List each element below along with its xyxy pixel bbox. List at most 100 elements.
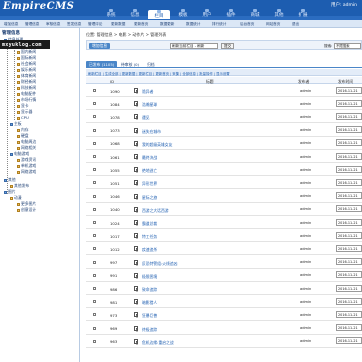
search-input[interactable]: 不限搜索 bbox=[334, 43, 361, 49]
table-row[interactable]: 1090 诡异者 admin 2016-11-21 bbox=[86, 85, 362, 97]
nav-tab-other[interactable]: 其他 bbox=[268, 9, 290, 18]
nav-tab-plugin[interactable]: 插件 bbox=[220, 9, 242, 18]
row-checkbox[interactable] bbox=[93, 168, 96, 172]
sidebar-item[interactable]: 创意设计 bbox=[17, 207, 36, 213]
nav-tab-system[interactable]: 系统 bbox=[100, 9, 122, 18]
tab-archive[interactable]: 归档 bbox=[144, 61, 158, 68]
row-checkbox[interactable] bbox=[93, 339, 96, 343]
row-checkbox[interactable] bbox=[93, 287, 96, 290]
row-checkbox[interactable] bbox=[93, 207, 96, 211]
row-checkbox[interactable] bbox=[93, 221, 96, 224]
row-title-link[interactable]: 最终决战 bbox=[142, 155, 157, 161]
table-row[interactable]: 991 极限困境 admin 2016-11-21 bbox=[86, 270, 362, 282]
row-title-link[interactable]: 遇见 bbox=[142, 115, 150, 121]
row-checkbox[interactable] bbox=[93, 115, 96, 119]
table-row[interactable]: 986 致命追踪 admin 2016-11-21 bbox=[86, 283, 362, 295]
nav-tab-column[interactable]: 栏目 bbox=[148, 10, 170, 19]
table-row[interactable]: 1017 特工任务 admin 2016-11-21 bbox=[86, 230, 362, 243]
row-date-field[interactable]: 2016-11-21 bbox=[336, 192, 362, 200]
table-row[interactable]: 1040 西游之大话西游 admin 2016-11-21 bbox=[86, 204, 362, 216]
table-row[interactable]: 1051 异形世界 admin 2016-11-21 bbox=[86, 177, 362, 190]
row-date-field[interactable]: 2016-11-21 bbox=[336, 324, 362, 332]
row-date-field[interactable]: 2016-11-21 bbox=[336, 112, 362, 120]
row-checkbox[interactable] bbox=[93, 313, 96, 317]
row-title-link[interactable]: 星际之旅 bbox=[142, 195, 157, 201]
nav-tab-shop[interactable]: 商城 bbox=[244, 9, 266, 18]
row-title-link[interactable]: 浩瀚星球 bbox=[142, 102, 157, 108]
row-title-link[interactable]: 致命追踪 bbox=[142, 287, 157, 293]
table-row[interactable]: 1024 霸道总裁 admin 2016-11-21 bbox=[86, 217, 362, 229]
table-row[interactable]: 1061 最终决战 admin 2016-11-21 bbox=[86, 151, 362, 163]
subnav-logout[interactable]: 退出 bbox=[292, 22, 299, 27]
nav-tab-info[interactable]: 信息 bbox=[124, 9, 146, 18]
row-title-link[interactable]: 终极追踪 bbox=[142, 327, 157, 333]
row-checkbox[interactable] bbox=[93, 141, 96, 145]
subnav-data-stats[interactable]: 数据统计 bbox=[186, 22, 200, 27]
row-checkbox[interactable] bbox=[93, 89, 96, 92]
row-date-field[interactable]: 2016-11-21 bbox=[336, 231, 362, 239]
table-row[interactable]: 1068 我的超级英雄女友 admin 2016-11-21 bbox=[86, 138, 362, 150]
table-row[interactable]: 963 危机边缘:重启之战 admin 2016-11-21 bbox=[86, 336, 362, 348]
row-date-field[interactable]: 2016-11-21 bbox=[336, 284, 362, 292]
row-date-field[interactable]: 2016-11-21 bbox=[336, 152, 362, 160]
sidebar-item[interactable]: 网络游戏 bbox=[17, 169, 36, 175]
row-date-field[interactable]: 2016-11-21 bbox=[336, 271, 362, 279]
row-checkbox[interactable] bbox=[93, 155, 96, 158]
row-date-field[interactable]: 2016-11-21 bbox=[336, 86, 362, 94]
add-info-button[interactable]: 增加信息 bbox=[89, 43, 111, 49]
row-title-link[interactable]: 极限困境 bbox=[142, 274, 157, 280]
row-checkbox[interactable] bbox=[93, 247, 96, 251]
row-date-field[interactable]: 2016-11-21 bbox=[336, 139, 362, 147]
subnav-manage-comments[interactable]: 管理评论 bbox=[88, 22, 102, 27]
subnav-site-home[interactable]: 网站首页 bbox=[266, 22, 280, 27]
row-checkbox[interactable] bbox=[93, 128, 96, 132]
table-row[interactable]: 973 狂暴巨兽 admin 2016-11-21 bbox=[86, 309, 362, 322]
row-checkbox[interactable] bbox=[93, 260, 96, 264]
row-title-link[interactable]: 迷失在城市 bbox=[142, 129, 161, 135]
row-title-link[interactable]: 危机边缘:重启之战 bbox=[142, 340, 174, 346]
row-date-field[interactable]: 2016-11-21 bbox=[336, 126, 362, 134]
row-date-field[interactable]: 2016-11-21 bbox=[336, 258, 362, 266]
subnav-update-data[interactable]: 更新数据 bbox=[111, 22, 125, 27]
row-title-link[interactable]: 狂暴巨兽 bbox=[142, 313, 157, 319]
nav-tab-extend[interactable]: 扩展 bbox=[292, 9, 314, 18]
action-select[interactable]: 刷新当前栏目 - 刷新 bbox=[170, 43, 218, 49]
row-date-field[interactable]: 2016-11-21 bbox=[336, 310, 362, 318]
table-row[interactable]: 981 暗影猎人 admin 2016-11-21 bbox=[86, 296, 362, 309]
row-title-link[interactable]: 绝地逃亡 bbox=[142, 168, 157, 174]
row-checkbox[interactable] bbox=[93, 273, 96, 277]
row-checkbox[interactable] bbox=[93, 194, 96, 198]
row-date-field[interactable]: 2016-11-21 bbox=[336, 337, 362, 345]
table-row[interactable]: 1084 浩瀚星球 admin 2016-11-21 bbox=[86, 98, 362, 111]
subnav-manage-info[interactable]: 管理信息 bbox=[25, 22, 39, 27]
table-row[interactable]: 1073 迷失在城市 admin 2016-11-21 bbox=[86, 125, 362, 137]
row-title-link[interactable]: 疾速追杀 bbox=[142, 247, 157, 253]
subnav-admin-home[interactable]: 后台首页 bbox=[240, 22, 254, 27]
table-row[interactable]: 1078 遇见 admin 2016-11-21 bbox=[86, 111, 362, 124]
row-date-field[interactable]: 2016-11-21 bbox=[336, 178, 362, 186]
row-date-field[interactable]: 2016-11-21 bbox=[336, 297, 362, 305]
row-date-field[interactable]: 2016-11-21 bbox=[336, 165, 362, 173]
subnav-rank-stats[interactable]: 排行统计 bbox=[212, 22, 226, 27]
nav-tab-user[interactable]: 用户 bbox=[196, 9, 218, 18]
tab-published[interactable]: 已发布 (1105) bbox=[86, 61, 118, 68]
row-title-link[interactable]: 暗影猎人 bbox=[142, 300, 157, 306]
row-title-link[interactable]: 异形世界 bbox=[142, 181, 157, 187]
row-checkbox[interactable] bbox=[93, 300, 96, 304]
row-title-link[interactable]: 霸道总裁 bbox=[142, 221, 157, 227]
table-row[interactable]: 969 终极追踪 admin 2016-11-21 bbox=[86, 323, 362, 335]
app-logo[interactable]: EmpireCMS bbox=[3, 1, 74, 12]
row-date-field[interactable]: 2016-11-21 bbox=[336, 99, 362, 107]
row-checkbox[interactable] bbox=[93, 102, 96, 106]
filter-links[interactable]: 刷新栏目 | 生成全部 | 更新数据 | 更新栏目 | 更新首页 | 采集 | … bbox=[88, 71, 230, 76]
row-title-link[interactable]: 我的超级英雄女友 bbox=[142, 142, 172, 148]
row-title-link[interactable]: 西游之大话西游 bbox=[142, 208, 169, 214]
row-date-field[interactable]: 2016-11-21 bbox=[336, 244, 362, 252]
row-title-link[interactable]: 诡异者 bbox=[142, 89, 153, 95]
table-row[interactable]: 1055 绝地逃亡 admin 2016-11-21 bbox=[86, 164, 362, 177]
subnav-data-refresh[interactable]: 数据更新 bbox=[160, 22, 174, 27]
row-date-field[interactable]: 2016-11-21 bbox=[336, 218, 362, 226]
row-checkbox[interactable] bbox=[93, 326, 96, 330]
table-row[interactable]: 1046 星际之旅 admin 2016-11-21 bbox=[86, 191, 362, 203]
subnav-review-info[interactable]: 审核信息 bbox=[46, 22, 60, 27]
